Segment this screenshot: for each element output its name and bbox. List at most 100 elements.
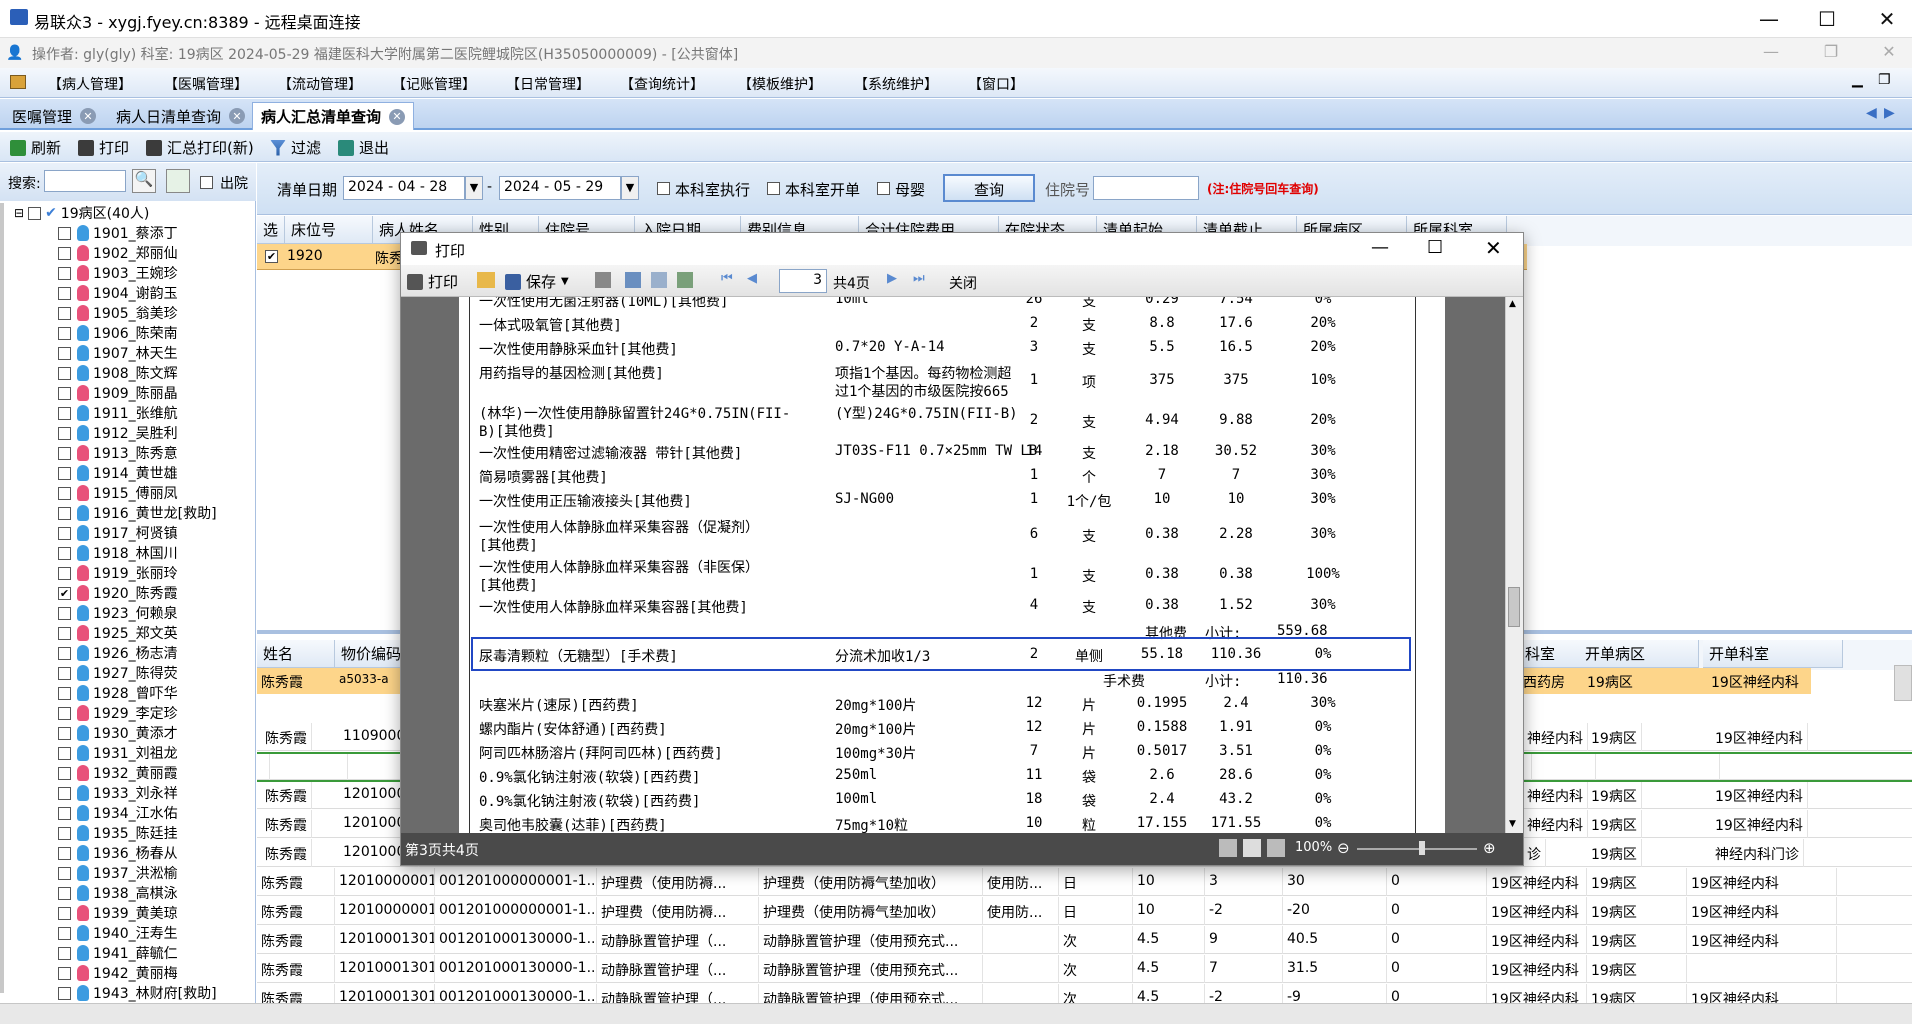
mdi-restore-button[interactable]: ❐ (1878, 72, 1891, 88)
menu-template[interactable]: 【模板维护】 (738, 74, 822, 94)
tree-patient-item[interactable]: 1936_杨春从 (58, 843, 178, 863)
tree-patient-item[interactable]: 1942_黄丽梅 (58, 963, 178, 983)
tab-scroll-left-icon[interactable]: ◀ (1866, 105, 1877, 121)
tree-patient-item[interactable]: 1914_黄世雄 (58, 463, 178, 483)
patient-checkbox[interactable] (58, 806, 71, 820)
tree-patient-item[interactable]: 1928_曾吓华 (58, 683, 178, 703)
tab-daily-list[interactable]: 病人日清单查询 ✕ (108, 102, 253, 130)
patient-checkbox[interactable] (58, 526, 71, 540)
patient-checkbox[interactable] (58, 226, 71, 240)
search-icon[interactable]: 🔍 (132, 169, 156, 193)
root-checkbox[interactable] (28, 206, 42, 220)
tree-patient-item[interactable]: 1940_汪寿生 (58, 923, 178, 943)
patient-checkbox[interactable] (58, 826, 71, 840)
date-to-input[interactable]: 2024 - 05 - 29 (499, 176, 621, 200)
patient-checkbox[interactable] (58, 266, 71, 280)
search-input[interactable] (44, 170, 126, 192)
tab-summary-list[interactable]: 病人汇总清单查询 ✕ (252, 102, 415, 130)
patient-checkbox[interactable] (58, 386, 71, 400)
patient-checkbox[interactable] (58, 906, 71, 920)
scroll-thumb[interactable] (1508, 587, 1520, 627)
maximize-button[interactable]: ☐ (1804, 0, 1850, 38)
dialog-close-button[interactable]: ✕ (1485, 236, 1502, 260)
patient-checkbox[interactable] (58, 406, 71, 420)
table-row[interactable]: 陈秀霞 12010001301 001201000130000-1... 动静脉置管护… (257, 926, 1912, 954)
patient-checkbox[interactable] (58, 326, 71, 340)
patient-checkbox[interactable] (58, 986, 71, 1000)
prev-page-icon[interactable]: ◀ (747, 271, 757, 286)
tree-patient-item[interactable]: 1933_刘永祥 (58, 783, 178, 803)
page-setup-icon[interactable] (625, 272, 641, 288)
menu-patient[interactable]: 【病人管理】 (48, 74, 132, 94)
patient-checkbox[interactable] (58, 466, 71, 480)
tree-patient-item[interactable]: 1911_张维航 (58, 403, 178, 423)
open-folder-icon[interactable] (477, 272, 495, 288)
tree-patient-item[interactable]: 1941_薛毓仁 (58, 943, 178, 963)
menu-window[interactable]: 【窗口】 (968, 74, 1024, 94)
tree-patient-item[interactable]: 1909_陈丽晶 (58, 383, 178, 403)
patient-checkbox[interactable] (58, 746, 71, 760)
patient-checkbox[interactable] (58, 286, 71, 300)
inner-close-button[interactable]: ✕ (1874, 42, 1904, 64)
tree-patient-item[interactable]: 1930_黄添才 (58, 723, 178, 743)
patient-checkbox[interactable] (58, 486, 71, 500)
zoom-icon[interactable] (651, 272, 667, 288)
patient-checkbox[interactable] (58, 566, 71, 580)
print-button[interactable]: 打印 (78, 137, 129, 158)
col-order-ward[interactable]: 开单病区 (1579, 640, 1699, 668)
table-row[interactable]: 陈秀霞 12010000001 001201000000001-1... 护理费（使用… (257, 868, 1912, 896)
tree-patient-item[interactable]: 1912_吴胜利 (58, 423, 178, 443)
patient-checkbox[interactable] (58, 626, 71, 640)
tree-patient-item[interactable]: 1901_蔡添丁 (58, 223, 178, 243)
patient-checkbox[interactable] (58, 366, 71, 380)
tree-patient-item[interactable]: 1938_高棋泳 (58, 883, 178, 903)
patient-checkbox[interactable] (58, 766, 71, 780)
patient-checkbox[interactable] (58, 966, 71, 980)
tree-patient-item[interactable]: 1925_郑文英 (58, 623, 178, 643)
tree-patient-item[interactable]: 1919_张丽玲 (58, 563, 178, 583)
tree-scrollbar[interactable] (0, 203, 4, 993)
patient-checkbox[interactable] (58, 846, 71, 860)
close-button[interactable]: ✕ (1864, 0, 1910, 38)
date-from-input[interactable]: 2024 - 04 - 28 (343, 176, 465, 200)
col-bed[interactable]: 床位号 (285, 216, 373, 244)
patient-checkbox[interactable] (58, 506, 71, 520)
tree-patient-item[interactable]: 1934_江水佑 (58, 803, 178, 823)
tree-patient-item[interactable]: 1939_黄美琼 (58, 903, 178, 923)
tree-patient-item[interactable]: 1917_柯贤镇 (58, 523, 178, 543)
tree-patient-item[interactable]: 1913_陈秀意 (58, 443, 178, 463)
own-exec-checkbox[interactable] (657, 182, 670, 195)
exit-button[interactable]: 退出 (338, 137, 389, 158)
tab-scroll-right-icon[interactable]: ▶ (1884, 105, 1895, 121)
patient-checkbox[interactable] (58, 886, 71, 900)
menu-flow[interactable]: 【流动管理】 (278, 74, 362, 94)
tree-patient-item[interactable]: 1915_傅丽凤 (58, 483, 178, 503)
menu-orders[interactable]: 【医嘱管理】 (164, 74, 248, 94)
patient-checkbox[interactable] (58, 786, 71, 800)
admission-input[interactable] (1093, 176, 1199, 200)
minimize-button[interactable]: — (1746, 0, 1792, 38)
scroll-up-icon[interactable]: ▲ (1509, 299, 1516, 309)
tree-patient-item[interactable]: 1943_林财府[救助] (58, 983, 217, 1003)
inner-minimize-button[interactable]: — (1756, 42, 1786, 64)
patient-checkbox[interactable] (58, 306, 71, 320)
last-page-icon[interactable]: ⏭ (913, 271, 925, 286)
tree-patient-item[interactable]: 1907_林天生 (58, 343, 178, 363)
zoom-in-icon[interactable]: ⊕ (1483, 839, 1496, 857)
dropdown-icon[interactable]: ▼ (561, 276, 569, 287)
row-checkbox[interactable]: ✔ (265, 250, 278, 263)
scroll-down-icon[interactable]: ▼ (1509, 819, 1516, 829)
refresh-button[interactable]: 刷新 (10, 137, 61, 158)
view-double-icon[interactable] (1243, 839, 1261, 857)
table-row[interactable]: 陈秀霞 12010001301 001201000130000-1... 动静脉置管护… (257, 955, 1912, 983)
discharged-checkbox[interactable] (200, 176, 213, 189)
date-from-dropdown-icon[interactable]: ▼ (465, 176, 483, 200)
menu-billing[interactable]: 【记账管理】 (392, 74, 476, 94)
tree-patient-item[interactable]: 1916_黄世龙[救助] (58, 503, 217, 523)
patient-checkbox[interactable] (58, 246, 71, 260)
view-single-icon[interactable] (1219, 839, 1237, 857)
own-open-checkbox[interactable] (767, 182, 780, 195)
filter-button[interactable]: 过滤 (270, 137, 321, 158)
tree-patient-item[interactable]: 1923_何赖泉 (58, 603, 178, 623)
zoom-out-icon[interactable]: ⊖ (1337, 839, 1350, 857)
